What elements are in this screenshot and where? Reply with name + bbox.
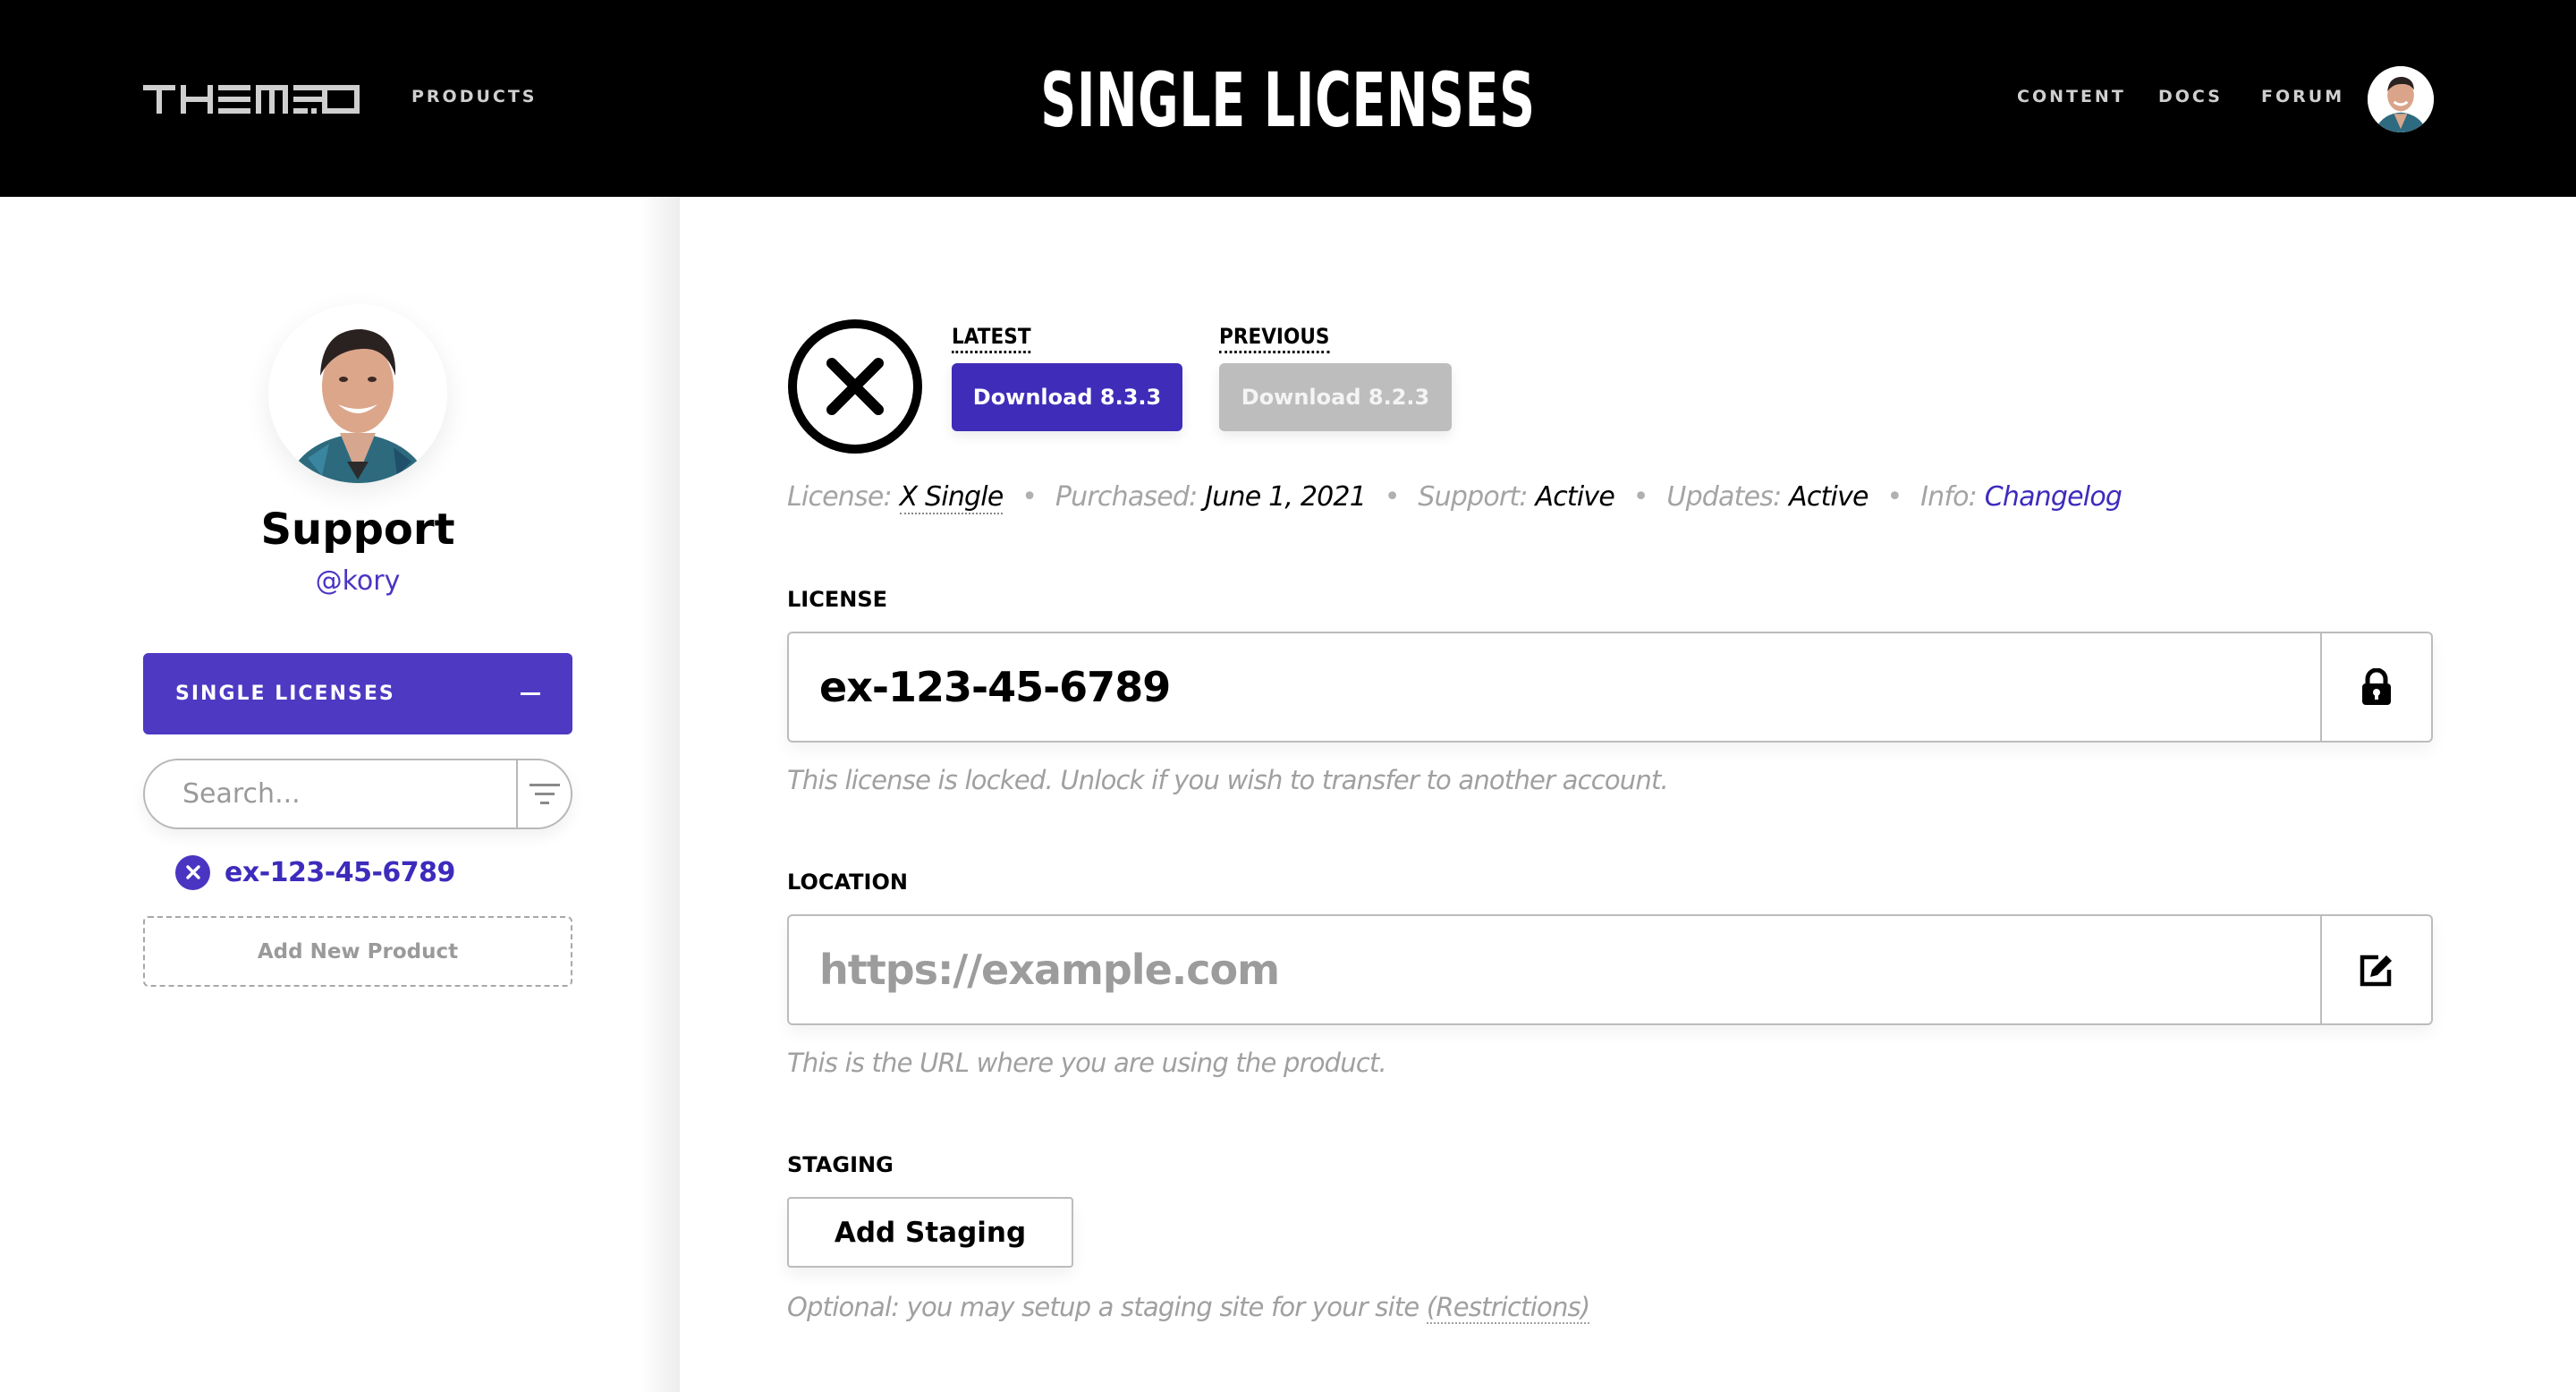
themeco-logo-mark	[143, 85, 360, 114]
meta-updates-key: Updates:	[1666, 481, 1782, 513]
nav-content[interactable]: CONTENT	[2017, 86, 2126, 107]
previous-label: PREVIOUS	[1219, 324, 1330, 353]
license-search	[143, 759, 572, 829]
staging-label: STAGING	[787, 1152, 894, 1177]
add-new-product-button[interactable]: Add New Product	[143, 916, 572, 987]
download-previous-button[interactable]: Download 8.2.3	[1219, 363, 1452, 431]
themeco-logo[interactable]	[143, 85, 360, 114]
meta-license-key: License:	[787, 481, 893, 513]
lock-icon	[2362, 668, 2391, 705]
meta-separator: •	[1632, 481, 1649, 513]
page-title: SINGLE LICENSES	[1040, 56, 1536, 144]
staging-helper-text: Optional: you may setup a staging site f…	[787, 1292, 1427, 1322]
profile-avatar	[268, 304, 447, 483]
unlock-license-button[interactable]	[2320, 633, 2431, 741]
meta-purchased-value: June 1, 2021	[1205, 481, 1367, 513]
nav-docs[interactable]: DOCS	[2158, 86, 2223, 107]
license-field-label: LICENSE	[787, 587, 887, 612]
add-staging-button[interactable]: Add Staging	[787, 1197, 1073, 1268]
section-toggle-label: SINGLE LICENSES	[175, 683, 395, 705]
staging-helper: Optional: you may setup a staging site f…	[787, 1289, 1590, 1325]
location-input[interactable]	[789, 916, 2320, 1023]
meta-separator: •	[1384, 481, 1401, 513]
sidebar-divider-shadow	[640, 197, 680, 1392]
minus-icon	[521, 692, 540, 695]
nav-forum[interactable]: FORUM	[2261, 86, 2344, 107]
x-circle-icon	[787, 318, 923, 454]
profile-name: Support	[260, 505, 455, 555]
license-list-item[interactable]: ex-123-45-6789	[175, 854, 455, 890]
user-avatar[interactable]	[2368, 66, 2434, 132]
meta-purchased-key: Purchased:	[1055, 481, 1198, 513]
latest-label: LATEST	[952, 324, 1031, 353]
top-header: PRODUCTS SINGLE LICENSES CONTENT DOCS FO…	[0, 0, 2576, 197]
meta-license-value: X Single	[899, 481, 1004, 514]
avatar-portrait-icon	[2368, 66, 2434, 132]
single-licenses-toggle[interactable]: SINGLE LICENSES	[143, 653, 572, 734]
edit-location-button[interactable]	[2320, 916, 2431, 1023]
meta-support-key: Support:	[1418, 481, 1528, 513]
meta-separator: •	[1021, 481, 1038, 513]
license-helper-text: This license is locked. Unlock if you wi…	[787, 765, 1669, 795]
location-helper-text: This is the URL where you are using the …	[787, 1048, 1387, 1078]
meta-support-value: Active	[1535, 481, 1614, 513]
add-new-product-label: Add New Product	[257, 939, 459, 963]
location-field	[787, 914, 2433, 1025]
meta-updates-value: Active	[1789, 481, 1868, 513]
location-field-label: LOCATION	[787, 870, 908, 895]
filter-icon	[529, 783, 560, 804]
search-input[interactable]	[145, 760, 516, 828]
license-meta: License: X Single • Purchased: June 1, 2…	[787, 480, 2123, 515]
x-product-icon	[175, 854, 210, 890]
profile-handle[interactable]: @kory	[0, 564, 716, 599]
edit-icon	[2360, 955, 2392, 987]
meta-info-key: Info:	[1920, 481, 1978, 513]
filter-button[interactable]	[516, 760, 571, 828]
license-field	[787, 632, 2433, 743]
changelog-link[interactable]: Changelog	[1985, 481, 2123, 513]
license-input[interactable]	[789, 633, 2320, 741]
avatar-portrait-icon	[268, 304, 447, 483]
restrictions-link[interactable]: (Restrictions)	[1426, 1292, 1590, 1324]
meta-separator: •	[1886, 481, 1902, 513]
download-latest-button[interactable]: Download 8.3.3	[952, 363, 1182, 431]
license-item-label: ex-123-45-6789	[225, 856, 455, 888]
